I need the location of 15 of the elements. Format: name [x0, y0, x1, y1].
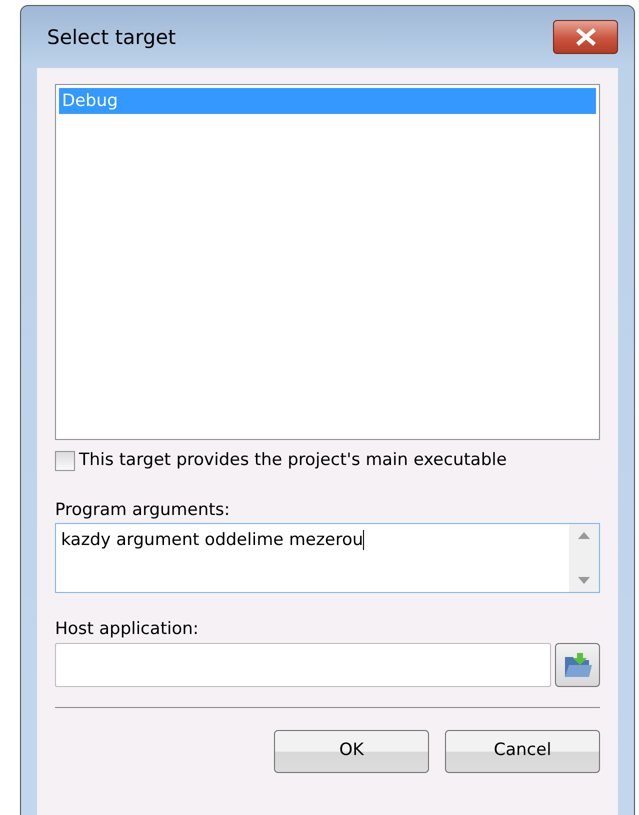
checkbox-label: This target provides the project's main executable — [79, 449, 507, 472]
dialog-button[interactable]: Cancel — [445, 730, 600, 772]
field-label: Program arguments: — [55, 498, 231, 522]
field-label: Host application: — [55, 618, 200, 641]
host-application-field[interactable] — [55, 642, 551, 686]
checkbox[interactable] — [55, 450, 75, 471]
window-title: Select target — [47, 24, 176, 51]
folder-icon — [562, 650, 592, 678]
arguments-field[interactable]: kazdy argument oddelime mezerou — [55, 523, 600, 593]
scroll-down-icon — [578, 577, 590, 584]
scrollbar[interactable] — [569, 524, 599, 592]
dialog-button[interactable]: OK — [274, 730, 429, 772]
browse-button[interactable] — [555, 642, 600, 686]
close-button[interactable] — [553, 20, 618, 54]
scroll-up-icon — [578, 532, 590, 539]
